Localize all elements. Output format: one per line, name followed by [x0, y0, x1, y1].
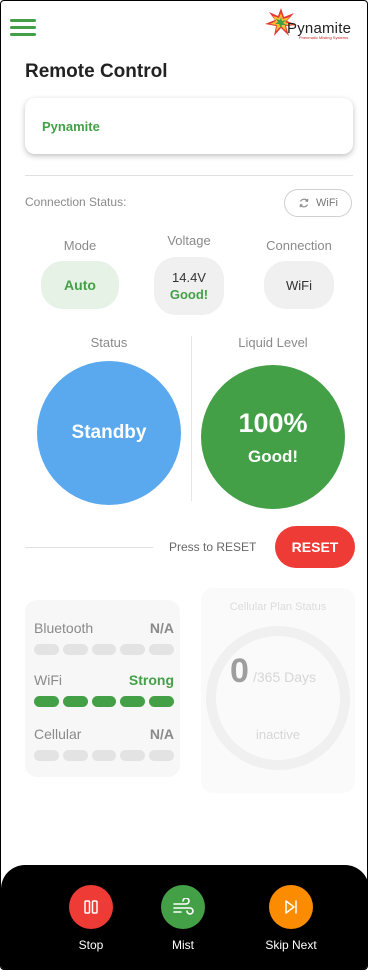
- liquid-level-label: Liquid Level: [238, 335, 308, 350]
- voltage-pill: 14.4V Good!: [154, 257, 224, 315]
- signal-value: N/A: [149, 726, 174, 742]
- status-indicator: Standby: [37, 361, 181, 505]
- cellular-days-total: /365 Days: [253, 669, 317, 685]
- mode-stat: Mode: [41, 238, 119, 253]
- menu-icon[interactable]: [10, 17, 36, 39]
- liquid-level-status: Good!: [247, 446, 299, 466]
- status-label: Status: [90, 335, 128, 350]
- skip-next-button[interactable]: Skip Next: [248, 885, 334, 952]
- liquid-level-indicator: 100% Good!: [201, 365, 345, 509]
- signal-strength-card: Bluetooth N/A WiFi Strong Cellular N/A: [25, 600, 180, 777]
- stop-label: Stop: [78, 938, 104, 952]
- connection-refresh-button[interactable]: WiFi: [284, 189, 352, 217]
- voltage-value: 14.4V: [172, 270, 206, 285]
- mode-pill: Auto: [41, 261, 119, 309]
- voltage-status: Good!: [169, 287, 209, 302]
- signal-bars: [34, 644, 174, 655]
- voltage-stat: Voltage: [151, 233, 227, 248]
- skip-next-label: Skip Next: [265, 938, 317, 952]
- liquid-level-value: 100%: [238, 407, 308, 438]
- cellular-days-used: 0: [230, 652, 249, 690]
- pause-icon: [69, 885, 113, 929]
- divider: [25, 175, 353, 176]
- connection-pill: WiFi: [264, 261, 334, 309]
- pynamite-logo: Pynamite Pneumatic Misting Systems: [263, 7, 359, 41]
- top-bar: Pynamite Pneumatic Misting Systems: [1, 1, 367, 59]
- cellular-plan-ring: [206, 626, 350, 770]
- mist-label: Mist: [172, 938, 194, 952]
- signal-value: N/A: [149, 620, 174, 636]
- cellular-plan-status: inactive: [255, 727, 301, 742]
- mode-label: Mode: [63, 238, 97, 253]
- signal-bars: [34, 750, 174, 761]
- signal-value: Strong: [128, 672, 174, 688]
- cellular-plan-title: Cellular Plan Status: [229, 601, 327, 613]
- vertical-divider: [191, 336, 192, 501]
- connection-value: WiFi: [286, 277, 312, 293]
- bottom-action-bar: Stop Mist Skip Next: [1, 865, 367, 969]
- reset-divider: [25, 547, 153, 548]
- signal-name: WiFi: [34, 672, 62, 688]
- refresh-icon: [299, 198, 309, 208]
- cellular-plan-card: Cellular Plan Status: [201, 588, 355, 793]
- connection-refresh-label: WiFi: [316, 197, 338, 209]
- connection-stat: Connection: [259, 238, 339, 253]
- app-screen: Pynamite Pneumatic Misting Systems Remot…: [0, 0, 368, 970]
- device-name: Pynamite: [42, 119, 100, 134]
- logo-tagline: Pneumatic Misting Systems: [299, 35, 349, 40]
- connection-label: Connection: [266, 238, 332, 253]
- reset-hint: Press to RESET: [169, 540, 257, 554]
- reset-button[interactable]: RESET: [275, 526, 355, 568]
- signal-bars: [34, 696, 174, 707]
- status-value: Standby: [71, 422, 147, 443]
- connection-status-label: Connection Status:: [25, 195, 127, 209]
- stop-button[interactable]: Stop: [53, 885, 129, 952]
- page-title: Remote Control: [25, 61, 168, 82]
- mode-value: Auto: [64, 277, 96, 293]
- signal-name: Cellular: [34, 726, 82, 742]
- mist-button[interactable]: Mist: [145, 885, 221, 952]
- wind-icon: [161, 885, 205, 929]
- skip-next-icon: [269, 885, 313, 929]
- voltage-label: Voltage: [167, 233, 211, 248]
- signal-name: Bluetooth: [34, 620, 94, 636]
- device-selector[interactable]: Pynamite: [25, 98, 353, 154]
